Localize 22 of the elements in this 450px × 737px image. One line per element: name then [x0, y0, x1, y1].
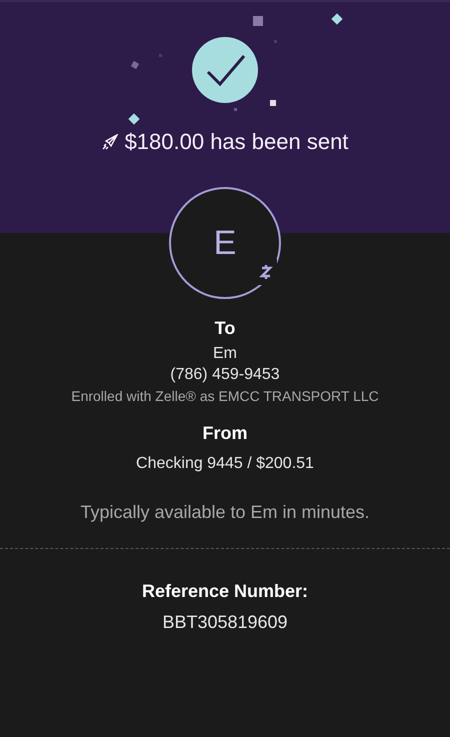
checkmark-icon: [192, 37, 258, 103]
confetti-icon: [234, 108, 237, 111]
confirmation-title: $180.00 has been sent: [124, 128, 348, 156]
recipient-name: Em: [213, 344, 237, 364]
section-label: To: [214, 318, 236, 339]
confetti-icon: [128, 113, 140, 125]
confetti-icon: [331, 13, 343, 25]
account-info: Checking 9445 / $200.51: [136, 454, 314, 474]
zelle-logo-icon: [259, 262, 273, 282]
confetti-icon: [274, 40, 277, 43]
confetti-icon: [270, 100, 276, 106]
recipient-phone: (786) 459-9453: [170, 365, 280, 385]
reference-label: Reference Number:: [142, 581, 308, 602]
paper-plane-icon: [102, 134, 118, 150]
confetti-icon: [253, 16, 263, 26]
avatar-initial: E: [214, 224, 236, 262]
reference-number: BBT305819609: [162, 612, 288, 633]
confetti-icon: [130, 60, 140, 70]
confetti-icon: [159, 54, 162, 57]
section-label: From: [202, 423, 248, 444]
availability-note: Typically available to Em in minutes.: [80, 502, 370, 523]
enrollment-note: Enrolled with Zelle® as EMCC TRANSPORT LLC: [71, 387, 379, 406]
